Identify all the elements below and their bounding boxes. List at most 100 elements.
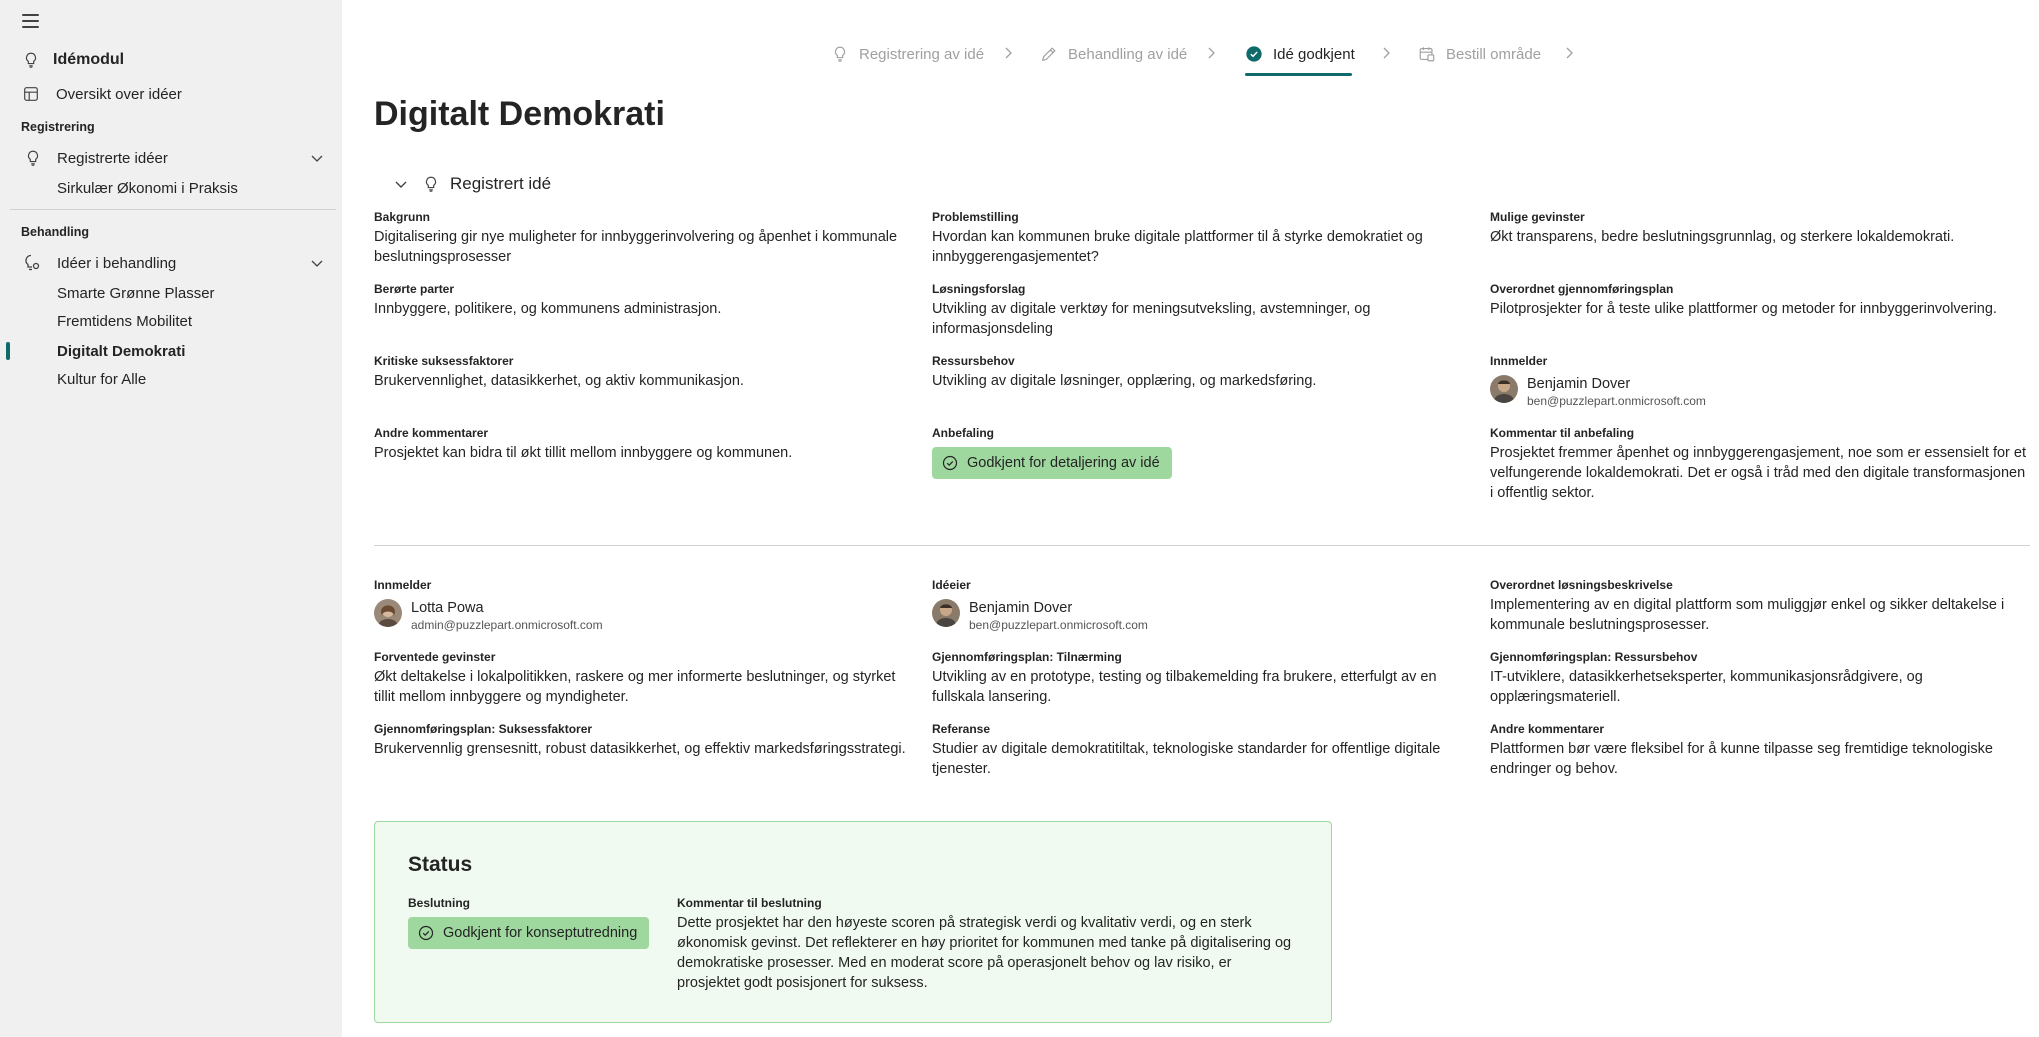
field-anbefaling: Anbefaling Godkjent for detaljering av i… (932, 425, 1472, 479)
field-label: Andre kommentarer (1490, 722, 1605, 736)
module-title: Idémodul (53, 51, 125, 68)
sidebar-divider (10, 209, 336, 210)
chevron-right-icon (1383, 47, 1390, 59)
field-label: Beslutning (408, 896, 470, 910)
field-kommentar-anbefaling: Kommentar til anbefaling Prosjektet frem… (1490, 425, 2030, 503)
badge-label: Godkjent for konseptutredning (443, 925, 638, 941)
field-label: Innmelder (1490, 354, 1548, 368)
chevron-right-icon (1005, 47, 1012, 59)
field-label: Referanse (932, 722, 991, 736)
field-value: Prosjektet kan bidra til økt tillit mell… (374, 445, 793, 461)
lightbulb-icon (25, 52, 37, 68)
field-value: Dette prosjektet har den høyeste scoren … (677, 915, 1292, 991)
field-value: Studier av digitale demokratitiltak, tek… (932, 741, 1441, 777)
section-toggle-registrert-ide[interactable]: Registrert idé (394, 174, 551, 194)
chevron-right-icon (1208, 47, 1215, 59)
sidebar-item-overview[interactable]: Oversikt over idéer (0, 79, 342, 109)
field-plan-suksessfaktorer: Gjennomføringsplan: Suksessfaktorer Bruk… (374, 721, 914, 759)
field-label: Bakgrunn (374, 210, 431, 224)
field-value: Utvikling av digitale løsninger, opplæri… (932, 373, 1317, 389)
sidebar-item-label: Digitalt Demokrati (57, 342, 186, 360)
field-label: Kommentar til beslutning (677, 896, 822, 910)
persona[interactable]: Benjamin Dover ben@puzzlepart.onmicrosof… (1490, 375, 2030, 409)
sidebar-item-smarte[interactable]: Smarte Grønne Plasser (0, 278, 342, 308)
step-label: Idé godkjent (1273, 45, 1355, 63)
field-label: Overordnet løsningsbeskrivelse (1490, 578, 1673, 592)
person-name: Benjamin Dover (1527, 376, 1631, 392)
field-bakgrunn: Bakgrunn Digitalisering gir nye mulighet… (374, 209, 914, 267)
field-label: Ressursbehov (932, 354, 1015, 368)
field-value: Implementering av en digital plattform s… (1490, 597, 2005, 633)
field-label: Problemstilling (932, 210, 1019, 224)
persona[interactable]: Lotta Powa admin@puzzlepart.onmicrosoft.… (374, 599, 914, 633)
field-label: Forventede gevinster (374, 650, 496, 664)
checkmark-circle-icon (418, 925, 434, 941)
field-value: Økt deltakelse i lokalpolitikken, rasker… (374, 669, 896, 705)
field-value: Innbyggere, politikere, og kommunens adm… (374, 301, 722, 317)
status-card: Status Beslutning Godkjent for konseptut… (374, 821, 1332, 1023)
chevron-down-icon[interactable] (310, 151, 324, 165)
badge-label: Godkjent for detaljering av idé (967, 455, 1160, 471)
field-label: Løsningsforslag (932, 282, 1026, 296)
sidebar-item-fremtidens[interactable]: Fremtidens Mobilitet (0, 306, 342, 336)
step-registrering[interactable]: Registrering av idé (831, 40, 984, 68)
field-label: Gjennomføringsplan: Ressursbehov (1490, 650, 1698, 664)
field-label: Innmelder (374, 578, 432, 592)
field-overordnet-losning: Overordnet løsningsbeskrivelse Implement… (1490, 577, 2030, 635)
field-value: Prosjektet fremmer åpenhet og innbyggere… (1490, 445, 2026, 501)
field-label: Idéeier (932, 578, 971, 592)
lightbulb-icon (27, 150, 39, 166)
sidebar-group-processing[interactable]: Idéer i behandling (0, 248, 342, 278)
field-problemstilling: Problemstilling Hvordan kan kommunen bru… (932, 209, 1472, 267)
field-innmelder-detail: Innmelder Lotta Powa admin@puzzlepart.on… (374, 577, 914, 633)
field-label: Gjennomføringsplan: Suksessfaktorer (374, 722, 593, 736)
field-losningsforslag: Løsningsforslag Utvikling av digitale ve… (932, 281, 1472, 339)
field-andre-kommentarer-detail: Andre kommentarer Plattformen bør være f… (1490, 721, 2030, 779)
field-forventede-gevinster: Forventede gevinster Økt deltakelse i lo… (374, 649, 914, 707)
field-value: Pilotprosjekter for å teste ulike plattf… (1490, 301, 1997, 317)
sidebar-item-label: Smarte Grønne Plasser (57, 284, 215, 302)
field-berorte-parter: Berørte parter Innbyggere, politikere, o… (374, 281, 914, 319)
sidebar-item-label: Registrerte idéer (57, 149, 168, 167)
field-label: Mulige gevinster (1490, 210, 1585, 224)
field-label: Kommentar til anbefaling (1490, 426, 1635, 440)
sidebar-item-label: Kultur for Alle (57, 370, 147, 388)
step-behandling[interactable]: Behandling av idé (1040, 40, 1187, 68)
lightbulb-settings-icon (25, 254, 40, 271)
sidebar-group-registered[interactable]: Registrerte idéer (0, 143, 342, 173)
avatar (374, 599, 402, 627)
sidebar-item-sirkulaer[interactable]: Sirkulær Økonomi i Praksis (0, 173, 342, 203)
step-bestill-omrade[interactable]: Bestill område (1418, 40, 1541, 68)
sidebar-module-title[interactable]: Idémodul (0, 45, 342, 75)
field-kommentar-beslutning: Kommentar til beslutning Dette prosjekte… (677, 895, 1297, 993)
section-divider (374, 545, 2030, 546)
field-value: Hvordan kan kommunen bruke digitale plat… (932, 229, 1423, 265)
status-badge: Godkjent for detaljering av idé (932, 447, 1172, 479)
sidebar-item-kultur[interactable]: Kultur for Alle (0, 364, 342, 394)
field-beslutning: Beslutning Godkjent for konseptutredning (408, 895, 658, 949)
checkmark-circle-icon (942, 455, 958, 471)
sidebar-item-label: Oversikt over idéer (56, 85, 182, 103)
field-value: Plattformen bør være fleksibel for å kun… (1490, 741, 1993, 777)
field-overordnet-plan: Overordnet gjennomføringsplan Pilotprosj… (1490, 281, 2030, 319)
section-header-registrering: Registrering (21, 120, 95, 134)
checkmark-circle-filled-icon (1246, 46, 1262, 62)
field-tilnaerming: Gjennomføringsplan: Tilnærming Utvikling… (932, 649, 1472, 707)
hamburger-menu-icon[interactable] (22, 10, 44, 32)
person-email: admin@puzzlepart.onmicrosoft.com (411, 618, 603, 632)
persona[interactable]: Benjamin Dover ben@puzzlepart.onmicrosof… (932, 599, 1472, 633)
field-value: Utvikling av en prototype, testing og ti… (932, 669, 1437, 705)
field-referanse: Referanse Studier av digitale demokratit… (932, 721, 1472, 779)
sidebar-item-digitalt[interactable]: Digitalt Demokrati (0, 336, 342, 366)
step-ide-godkjent[interactable]: Idé godkjent (1245, 40, 1355, 68)
field-ideeier: Idéeier Benjamin Dover ben@puzzlepart.on… (932, 577, 1472, 633)
step-label: Registrering av idé (859, 45, 985, 63)
person-email: ben@puzzlepart.onmicrosoft.com (969, 618, 1148, 632)
field-label: Overordnet gjennomføringsplan (1490, 282, 1674, 296)
avatar (932, 599, 960, 627)
field-value: Utvikling av digitale verktøy for mening… (932, 301, 1371, 337)
sidebar-item-label: Fremtidens Mobilitet (57, 312, 193, 330)
chevron-down-icon[interactable] (310, 256, 324, 270)
status-title: Status (408, 853, 473, 876)
field-label: Berørte parter (374, 282, 455, 296)
